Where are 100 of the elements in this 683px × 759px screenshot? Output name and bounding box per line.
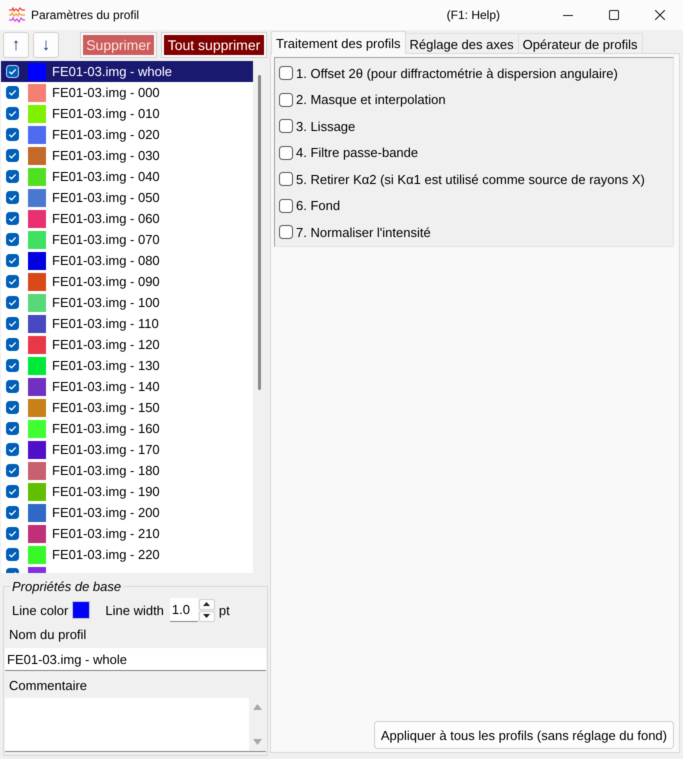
checkbox[interactable] [6,422,19,435]
unit-label: pt [218,602,230,618]
profile-list-item[interactable]: FE01-03.img - 090 [1,271,253,292]
profile-list-item[interactable]: FE01-03.img - 050 [1,187,253,208]
checkbox[interactable] [6,191,19,204]
checkbox[interactable] [6,401,19,414]
checkbox[interactable] [6,506,19,519]
checkbox[interactable] [6,568,19,573]
profile-list-item[interactable]: FE01-03.img - 140 [1,376,253,397]
profile-name: FE01-03.img - 060 [52,211,160,226]
checkbox[interactable] [6,527,19,540]
profile-list-item[interactable]: FE01-03.img - 120 [1,334,253,355]
profile-name: FE01-03.img - 110 [52,316,159,331]
checkbox[interactable] [6,170,19,183]
profile-list-item[interactable]: FE01-03.img - 130 [1,355,253,376]
checkbox[interactable] [6,86,19,99]
checkbox[interactable] [279,119,293,134]
profile-list-item[interactable]: FE01-03.img - 070 [1,229,253,250]
checkbox[interactable] [6,317,19,330]
tab[interactable]: Réglage des axes [404,33,519,54]
line-width-field[interactable]: 1.0 [170,598,198,622]
checkbox[interactable] [6,275,19,288]
profile-list-item[interactable]: FE01-03.img - 180 [1,460,253,481]
profile-name: FE01-03.img - 130 [52,358,160,373]
profile-list-item[interactable]: FE01-03.img - 030 [1,145,253,166]
maximize-icon [609,10,619,20]
checkbox[interactable] [279,92,293,107]
profile-name: FE01-03.img - 000 [52,85,160,100]
profile-name: FE01-03.img - 100 [52,295,160,310]
checkbox[interactable] [6,338,19,351]
profile-list-item[interactable]: FE01-03.img - whole [1,61,253,82]
line-width-label: Line width [105,602,164,618]
caret-down-icon [203,614,210,618]
checkbox[interactable] [6,296,19,309]
profile-name: FE01-03.img - 040 [52,169,160,184]
profile-name: FE01-03.img - 010 [52,106,160,121]
scrollbar-thumb[interactable] [258,75,261,390]
checkbox[interactable] [6,254,19,267]
move-up-button[interactable]: ↑ [3,32,29,58]
profile-list-item[interactable]: FE01-03.img - 160 [1,418,253,439]
spin-up-button[interactable] [198,598,215,610]
tab[interactable]: Traitement des profils [271,31,406,54]
checkbox[interactable] [6,443,19,456]
profile-name: FE01-03.img - 160 [52,421,160,436]
delete-all-button[interactable]: Tout supprimer [161,32,267,58]
line-color-swatch-icon[interactable] [72,601,90,619]
checkbox[interactable] [279,225,293,240]
step-label: 3. Lissage [296,118,356,134]
checkbox[interactable] [6,107,19,120]
profile-name: FE01-03.img - 200 [52,505,160,520]
profile-list-item[interactable]: FE01-03.img - 010 [1,103,253,124]
checkbox[interactable] [279,146,293,160]
window-title: Paramètres du profil [31,8,140,22]
checkbox[interactable] [6,149,19,162]
profile-list-item[interactable]: FE01-03.img - 100 [1,292,253,313]
checkbox[interactable] [6,212,19,225]
tab[interactable]: Opérateur de profils [518,33,642,54]
waveform-app-icon [9,7,25,23]
profile-name: FE01-03.img - 090 [52,274,160,289]
profile-list-item[interactable]: FE01-03.img - 150 [1,397,253,418]
minimize-icon [563,14,573,16]
profile-name: FE01-03.img - 220 [52,547,160,562]
profile-name-field[interactable]: FE01-03.img - whole [5,648,266,671]
step-label: 7. Normaliser l'intensité [296,224,431,240]
profile-list-item[interactable]: FE01-03.img - 000 [1,82,253,103]
profile-list-item[interactable]: FE01-03.img - 040 [1,166,253,187]
profile-list-item[interactable]: FE01-03.img - 200 [1,502,253,523]
profile-name-label: Nom du profil [8,627,88,642]
checkbox[interactable] [279,172,293,186]
profile-list-item[interactable]: FE01-03.img - 190 [1,481,253,502]
profile-list-item[interactable]: FE01-03.img - 060 [1,208,253,229]
profile-name: FE01-03.img - 070 [52,232,160,247]
profile-list-item[interactable]: FE01-03.img - 020 [1,124,253,145]
profile-list-item[interactable]: FE01-03.img - 170 [1,439,253,460]
step-label: 2. Masque et interpolation [296,92,446,108]
checkbox[interactable] [279,66,293,80]
profile-name: FE01-03.img - 190 [52,484,160,499]
checkbox[interactable] [279,198,293,213]
checkbox[interactable] [6,128,19,141]
profile-name: FE01-03.img - 120 [52,337,160,352]
move-down-button[interactable]: ↓ [33,32,59,58]
line-color-label: Line color [12,602,68,618]
spin-down-button[interactable] [198,610,215,622]
checkbox[interactable] [6,359,19,372]
checkbox[interactable] [6,233,19,246]
checkbox[interactable] [6,485,19,498]
profile-list-item[interactable]: FE01-03.img - 220 [1,544,253,565]
profile-list-item[interactable]: FE01-03.img - 080 [1,250,253,271]
checkbox[interactable] [6,380,19,393]
checkbox[interactable] [6,548,19,561]
checkbox[interactable] [6,464,19,477]
step-label: 6. Fond [296,198,340,214]
step-label: 5. Retirer Kα2 (si Kα1 est utilisé comme source de rayons X) [296,172,645,187]
profile-list-item[interactable]: FE01-03.img - 210 [1,523,253,544]
step-label: 4. Filtre passe-bande [296,145,418,160]
apply-all-button[interactable]: Appliquer à tous les profils (sans réglage du fond) [374,721,674,749]
caret-up-icon [203,602,210,606]
profile-list-item[interactable]: FE01-03.img - 110 [1,313,253,334]
profile-name: FE01-03.img - 150 [52,400,160,415]
profile-name: FE01-03.img - whole [52,64,172,79]
